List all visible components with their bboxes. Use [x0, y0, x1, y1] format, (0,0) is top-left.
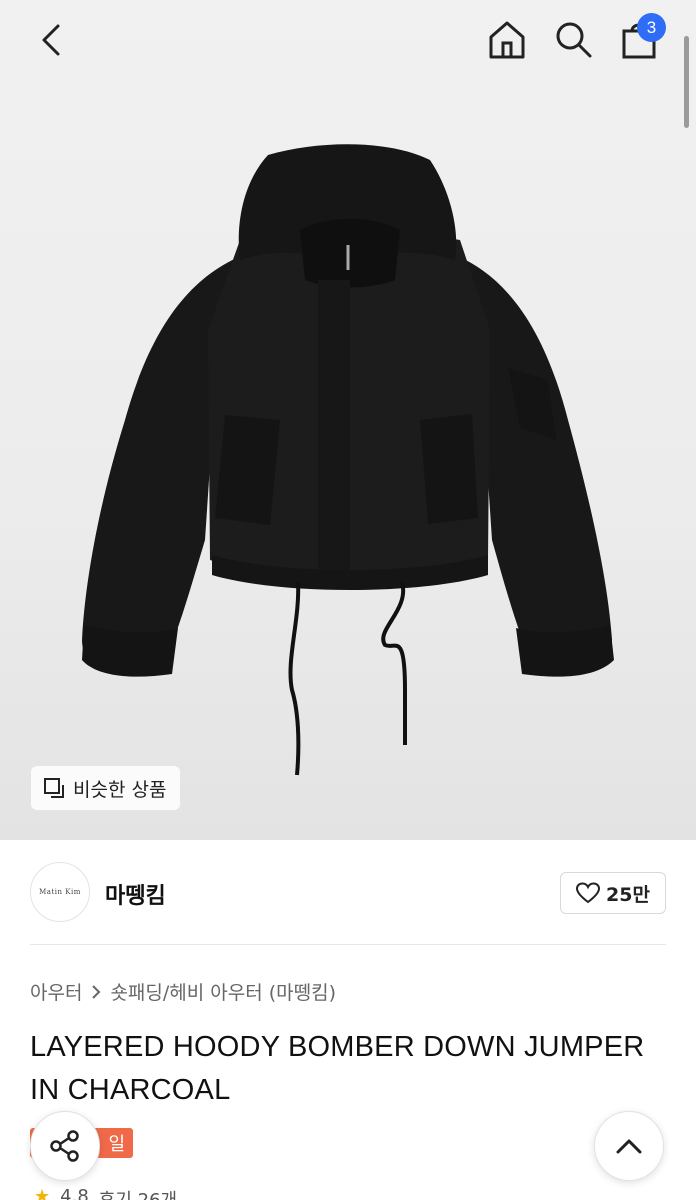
breadcrumb-category[interactable]: 아우터	[30, 978, 82, 1005]
share-button[interactable]	[30, 1111, 100, 1181]
share-icon	[50, 1130, 79, 1162]
heart-icon	[576, 882, 601, 904]
product-title: LAYERED HOODY BOMBER DOWN JUMPER IN CHAR…	[30, 1031, 645, 1106]
scroll-indicator	[684, 36, 689, 128]
back-button[interactable]	[28, 16, 76, 64]
scroll-to-top-button[interactable]	[594, 1111, 664, 1181]
breadcrumb-subcategory[interactable]: 숏패딩/헤비 아우터 (마뗑킴)	[110, 978, 336, 1005]
chevron-up-icon	[616, 1139, 642, 1154]
breadcrumb: 아우터 숏패딩/헤비 아우터 (마뗑킴)	[30, 978, 336, 1005]
sale-tag-label: 일	[108, 1134, 125, 1155]
home-button[interactable]	[484, 16, 530, 62]
review-count: 후기 26개	[99, 1186, 177, 1200]
star-icon: ★	[34, 1186, 51, 1200]
home-icon	[489, 21, 525, 59]
similar-products-icon	[44, 778, 64, 798]
brand-logo[interactable]: Matin Kim	[30, 862, 90, 922]
similar-products-label: 비슷한 상품	[73, 778, 167, 801]
brand-name[interactable]: 마뗑킴	[105, 878, 166, 910]
divider	[30, 944, 666, 945]
search-button[interactable]	[550, 16, 596, 62]
top-navigation-bar: 3	[0, 0, 696, 80]
product-image-area[interactable]	[0, 0, 696, 840]
search-icon	[556, 22, 592, 58]
brand-row: Matin Kim 마뗑킴 25만	[30, 862, 666, 924]
chevron-left-icon	[42, 24, 60, 56]
brand-logo-text: Matin Kim	[39, 888, 81, 896]
like-count: 25만	[606, 883, 650, 906]
product-image-jacket	[82, 144, 614, 776]
rating-value: 4.8	[60, 1186, 89, 1200]
chevron-right-icon	[92, 984, 101, 999]
brand-like-button[interactable]: 25만	[560, 872, 666, 914]
similar-products-button[interactable]: 비슷한 상품	[31, 766, 181, 810]
cart-count-badge: 3	[637, 13, 666, 42]
product-rating[interactable]: ★ 4.8 후기 26개	[34, 1186, 177, 1200]
